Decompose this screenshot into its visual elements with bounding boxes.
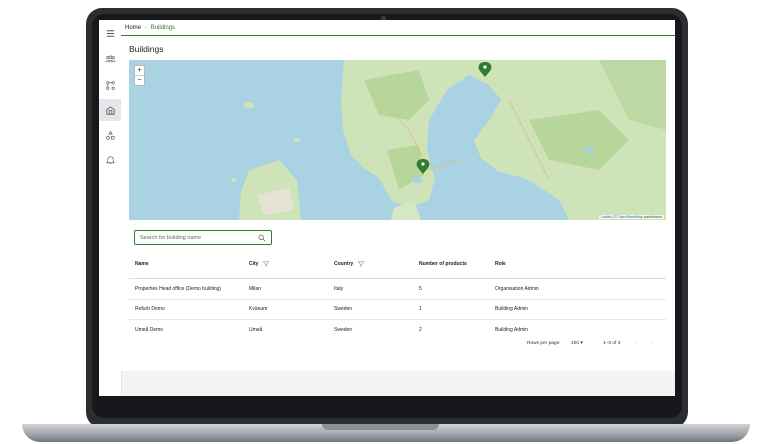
map-zoom-control: + − [134,65,145,86]
cell-products: 2 [419,326,422,333]
column-header-role[interactable]: Role [495,250,506,278]
map-zoom-out-button[interactable]: − [135,76,144,85]
table-header: Name City Country Number of products Rol… [129,250,666,279]
hierarchy-icon[interactable] [99,74,121,96]
map-attribution: Leaflet | © OpenStreetMap contributors [599,215,664,219]
breadcrumb-home[interactable]: Home [125,25,141,31]
city-header-label: City [249,261,259,267]
column-header-country[interactable]: Country [334,250,365,278]
laptop-base-notch [322,424,439,430]
search-input[interactable] [140,233,250,243]
next-page-icon[interactable]: › [651,341,653,346]
shapes-icon[interactable] [99,124,121,146]
osm-link[interactable]: OpenStreetMap [618,215,643,219]
search-icon[interactable] [258,234,266,242]
main-content: Buildings + − Leaflet | © OpenStreetMap … [121,36,675,371]
buildings-map[interactable]: + − Leaflet | © OpenStreetMap contributo… [129,60,666,220]
cell-city: Kvänum [249,306,268,313]
column-header-name[interactable]: Name [135,250,149,278]
table-row[interactable]: Refurb Demo Kvänum Sweden 1 Building Adm… [129,300,666,320]
buildings-table: Name City Country Number of products Rol… [129,250,666,340]
menu-icon[interactable] [99,22,121,44]
cell-country: Italy [334,285,344,292]
leaflet-link[interactable]: Leaflet [601,215,612,219]
cell-city: Umeå [249,326,263,333]
table-row[interactable]: Umeå Demo Umeå Sweden 2 Building Admin [129,320,666,340]
app-screen: Home › Buildings Buildings + − Leaflet |… [99,20,675,396]
breadcrumb-separator: › [145,24,147,31]
cell-products: 5 [419,285,422,292]
rows-per-page-label: Rows per page: [527,341,561,346]
bell-icon[interactable] [99,148,121,170]
cell-name: Properties Head office (Demo building) [135,285,222,292]
rows-per-page-value: 100 [571,341,580,346]
cell-name: Umeå Demo [135,326,164,333]
attribution-tail: contributors [642,215,662,219]
cell-country: Sweden [334,326,353,333]
cell-name: Refurb Demo [135,306,165,313]
pagination: Rows per page: 100 ▾ 1–3 of 3 ‹ › [129,338,666,352]
cell-country: Sweden [334,306,353,313]
users-icon[interactable] [99,48,121,70]
country-filter-icon[interactable] [358,261,365,267]
cell-role: Building Admin [495,326,529,333]
rows-per-page-select[interactable]: 100 ▾ [571,341,583,346]
cell-products: 1 [419,306,422,313]
building-search [134,230,272,245]
map-zoom-in-button[interactable]: + [135,66,144,76]
pagination-range: 1–3 of 3 [603,341,621,346]
breadcrumb-current: Buildings [150,24,176,31]
city-filter-icon[interactable] [263,261,270,267]
column-header-products[interactable]: Number of products [419,250,467,278]
cell-role: Building Admin [495,306,529,313]
cell-city: Milan [249,285,261,292]
map-tiles [129,60,666,220]
country-header-label: Country [334,261,354,267]
cell-role: Organisation Admin [495,285,539,292]
building-icon[interactable] [99,99,121,121]
breadcrumb: Home › Buildings [121,20,675,36]
sidebar [99,20,122,396]
table-row[interactable]: Properties Head office (Demo building) M… [129,279,666,300]
page-title: Buildings [129,44,164,54]
prev-page-icon[interactable]: ‹ [635,341,637,346]
column-header-city[interactable]: City [249,250,270,278]
